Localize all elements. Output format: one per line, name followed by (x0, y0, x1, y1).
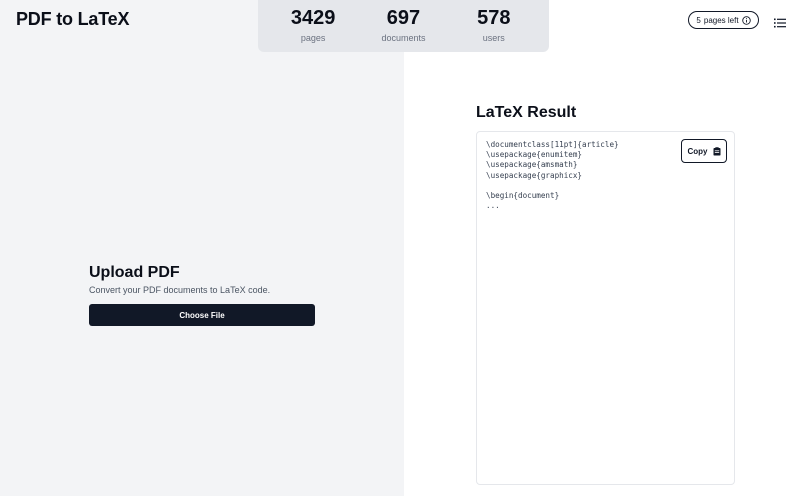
pages-left-label: pages left (703, 15, 739, 25)
clipboard-icon (713, 146, 721, 156)
latex-code: \documentclass[11pt]{article} \usepackag… (486, 140, 619, 211)
copy-button[interactable]: Copy (681, 139, 727, 163)
choose-file-button[interactable]: Choose File (89, 304, 315, 326)
stat-pages: 3429 pages (273, 6, 353, 43)
app-title[interactable]: PDF to LaTeX (16, 9, 129, 30)
pages-left-badge[interactable]: 5 pages left (688, 11, 759, 29)
pages-left-count: 5 (696, 15, 701, 25)
stat-users: 578 users (454, 6, 534, 43)
stats-bar: 3429 pages 697 documents 578 users (258, 0, 549, 52)
result-title: LaTeX Result (476, 104, 577, 121)
upload-section: Upload PDF Convert your PDF documents to… (89, 264, 315, 326)
upload-subtitle: Convert your PDF documents to LaTeX code… (89, 285, 271, 295)
stat-label: documents (381, 33, 426, 43)
upload-panel (0, 0, 404, 496)
stat-value: 578 (477, 7, 511, 29)
stat-label: users (482, 33, 505, 43)
stat-documents: 697 documents (363, 6, 443, 43)
copy-label: Copy (687, 146, 708, 156)
stat-value: 697 (386, 7, 421, 29)
stat-value: 3429 (290, 7, 336, 29)
stat-label: pages (300, 33, 326, 43)
upload-title: Upload PDF (89, 264, 180, 281)
list-icon[interactable] (774, 15, 786, 28)
latex-output-box[interactable]: \documentclass[11pt]{article} \usepackag… (476, 131, 735, 485)
info-icon (741, 15, 751, 25)
